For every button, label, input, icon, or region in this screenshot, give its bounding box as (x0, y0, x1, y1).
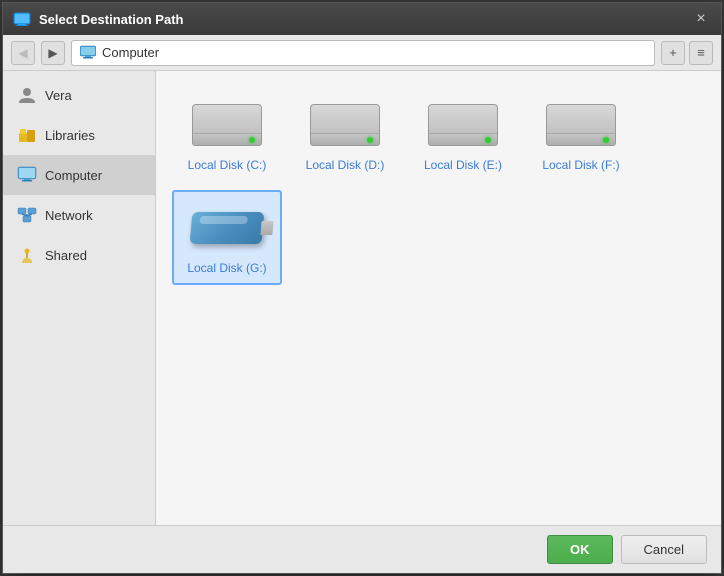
libraries-icon (17, 125, 37, 145)
back-button[interactable]: ◀ (11, 41, 35, 65)
close-button[interactable]: × (691, 9, 711, 29)
bottom-bar: OK Cancel (3, 525, 721, 573)
shared-icon (17, 245, 37, 265)
main-file-area: Local Disk (C:) Local Disk (D:) (156, 71, 721, 525)
toolbar-icons: + ≡ (661, 41, 713, 65)
drive-f[interactable]: Local Disk (F:) (526, 87, 636, 182)
network-icon (17, 205, 37, 225)
toolbar: ◀ ▶ Computer + ≡ (3, 35, 721, 71)
drive-g[interactable]: Local Disk (G:) (172, 190, 282, 285)
drive-f-icon (541, 96, 621, 154)
sidebar-item-libraries[interactable]: Libraries (3, 115, 155, 155)
drive-c-icon (187, 96, 267, 154)
drive-d-icon (305, 96, 385, 154)
computer-icon (17, 165, 37, 185)
location-text: Computer (102, 45, 159, 60)
drive-e-label: Local Disk (E:) (424, 158, 502, 172)
sidebar-label-computer: Computer (45, 168, 102, 183)
dialog-title: Select Destination Path (39, 12, 183, 27)
titlebar: Select Destination Path × (3, 3, 721, 35)
drive-g-icon (187, 199, 267, 257)
drive-d[interactable]: Local Disk (D:) (290, 87, 400, 182)
ok-button[interactable]: OK (547, 535, 613, 564)
drive-g-label: Local Disk (G:) (187, 261, 266, 275)
titlebar-left: Select Destination Path (13, 10, 183, 28)
sidebar: Vera Libraries (3, 71, 156, 525)
app-icon (13, 10, 31, 28)
add-folder-button[interactable]: + (661, 41, 685, 65)
drive-f-label: Local Disk (F:) (542, 158, 619, 172)
sidebar-label-libraries: Libraries (45, 128, 95, 143)
drive-e-icon (423, 96, 503, 154)
user-icon (17, 85, 37, 105)
location-bar: Computer (71, 40, 655, 66)
drive-c-label: Local Disk (C:) (188, 158, 267, 172)
drive-d-label: Local Disk (D:) (306, 158, 385, 172)
location-computer-icon (80, 45, 96, 61)
forward-button[interactable]: ▶ (41, 41, 65, 65)
view-toggle-button[interactable]: ≡ (689, 41, 713, 65)
sidebar-item-computer[interactable]: Computer (3, 155, 155, 195)
cancel-button[interactable]: Cancel (621, 535, 707, 564)
sidebar-item-network[interactable]: Network (3, 195, 155, 235)
sidebar-label-shared: Shared (45, 248, 87, 263)
sidebar-item-vera[interactable]: Vera (3, 75, 155, 115)
drive-c[interactable]: Local Disk (C:) (172, 87, 282, 182)
drive-e[interactable]: Local Disk (E:) (408, 87, 518, 182)
select-destination-dialog: Select Destination Path × ◀ ▶ Computer +… (2, 2, 722, 574)
content-area: Vera Libraries (3, 71, 721, 525)
sidebar-label-network: Network (45, 208, 93, 223)
sidebar-item-shared[interactable]: Shared (3, 235, 155, 275)
sidebar-label-vera: Vera (45, 88, 72, 103)
